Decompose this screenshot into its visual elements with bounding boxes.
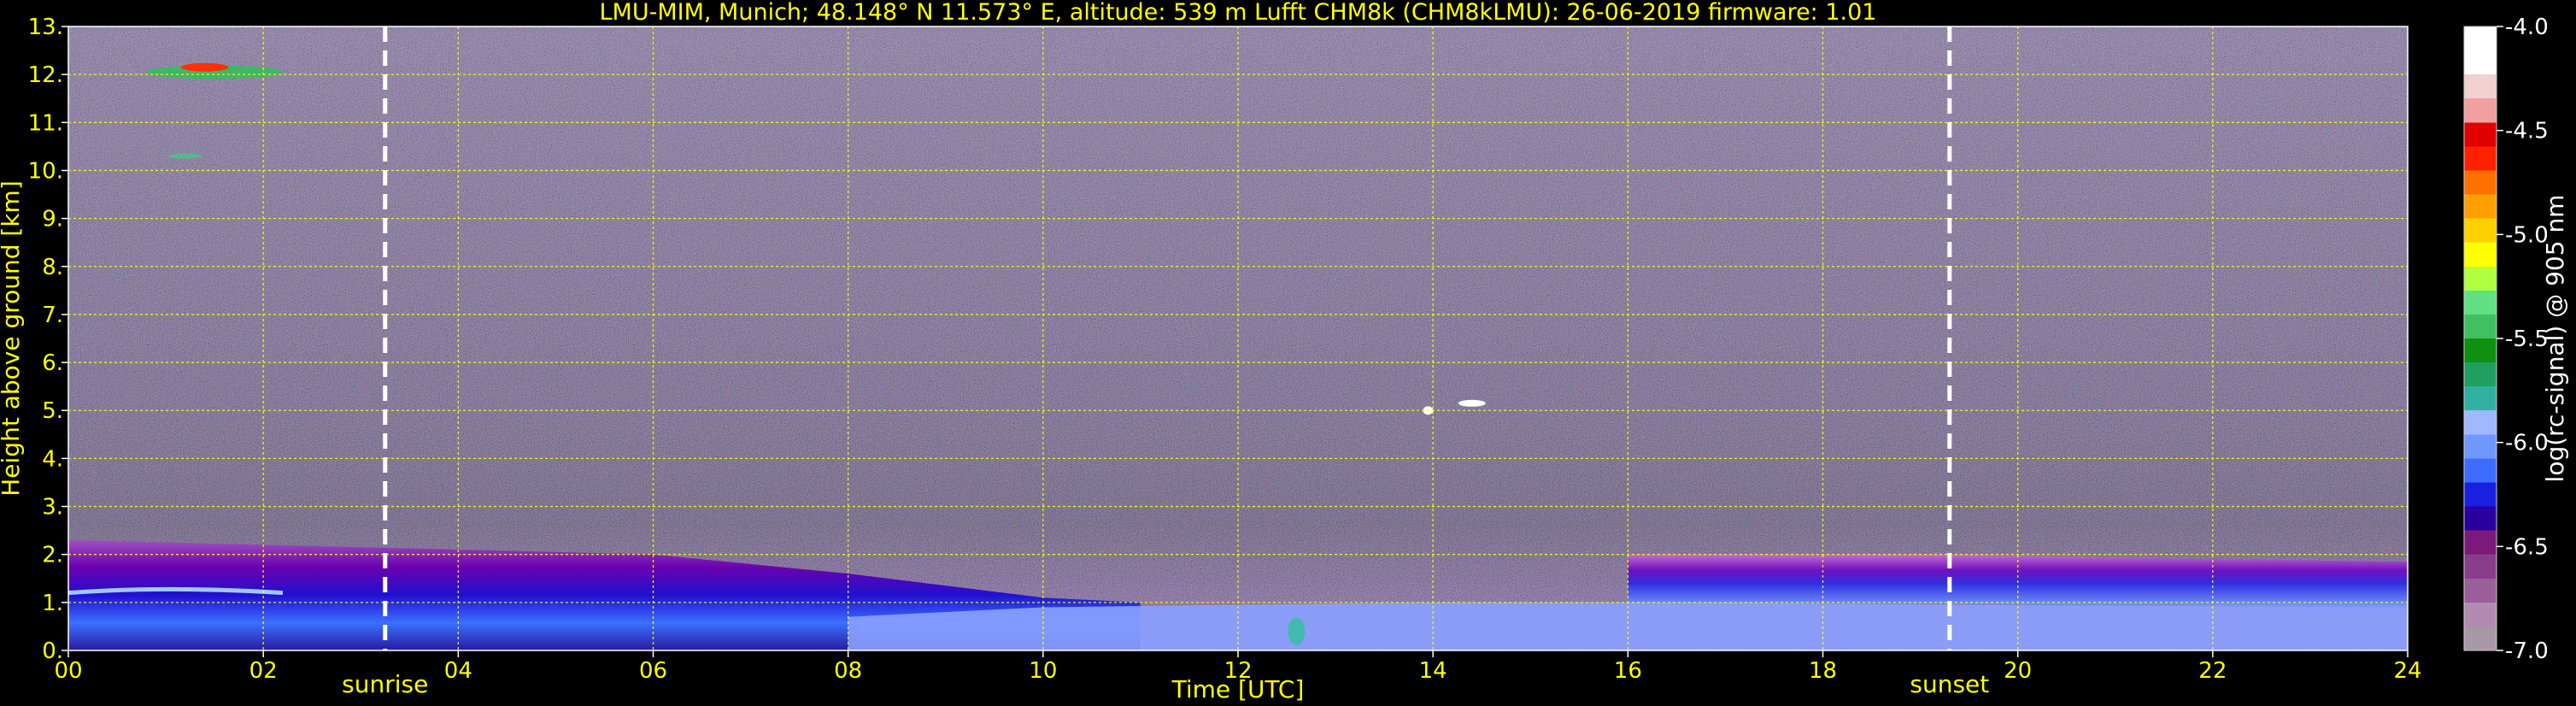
y-tick-label: 6. (42, 350, 63, 376)
y-tick-label: 8. (42, 255, 63, 280)
y-tick-label: 10. (28, 158, 63, 184)
colorbar-tick-label: -4.5 (2505, 119, 2549, 144)
midday-plume (1288, 617, 1306, 645)
colorbar-tick-label: -6.5 (2505, 534, 2549, 560)
y-tick-label: 3. (42, 495, 63, 521)
x-axis-label: Time [UTC] (1171, 675, 1305, 703)
chart-title: LMU-MIM, Munich; 48.148° N 11.573° E, al… (600, 0, 1877, 26)
y-axis-label: Height above ground [km] (0, 180, 25, 497)
y-tick-label: 12. (28, 62, 63, 88)
colorbar-scale (2463, 26, 2497, 651)
x-tick-label: 16 (1614, 658, 1642, 684)
colorbar: -4.0-4.5-5.0-5.5-6.0-6.5-7.0 (2463, 15, 2549, 664)
x-tick-label: 04 (444, 658, 472, 684)
x-tick-label: 06 (639, 658, 667, 684)
y-tick-label: 13. (28, 15, 63, 40)
x-tick-label: 02 (249, 658, 278, 684)
x-tick-label: 14 (1419, 658, 1447, 684)
y-tick-label: 0. (42, 638, 63, 664)
x-tick-label: 18 (1809, 658, 1837, 684)
marker-label-sunset: sunset (1910, 670, 1989, 698)
marker-label-sunrise: sunrise (342, 670, 428, 698)
x-tick-label: 24 (2393, 658, 2421, 684)
colorbar-tick-label: -7.0 (2505, 638, 2549, 664)
y-tick-label: 5. (42, 398, 63, 424)
cirrus-cloud-core (180, 62, 229, 72)
y-tick-label: 2. (42, 543, 63, 568)
y-tick-label: 11. (28, 110, 63, 136)
plot-area (68, 26, 2408, 650)
y-tick-label: 1. (42, 591, 63, 616)
x-tick-label: 08 (834, 658, 862, 684)
colorbar-tick-label: -4.0 (2505, 15, 2549, 40)
colorbar-label: log(rc-signal) @ 905 nm (2541, 195, 2569, 483)
y-tick-label: 4. (42, 446, 63, 472)
mid-cloud (1458, 399, 1486, 407)
y-tick-label: 7. (42, 303, 63, 328)
x-tick-label: 10 (1029, 658, 1057, 684)
x-tick-label: 22 (2198, 658, 2227, 684)
ceilometer-chart: LMU-MIM, Munich; 48.148° N 11.573° E, al… (0, 0, 2569, 703)
y-tick-label: 9. (42, 207, 63, 232)
thin-cloud (167, 153, 202, 159)
x-tick-label: 20 (2004, 658, 2032, 684)
